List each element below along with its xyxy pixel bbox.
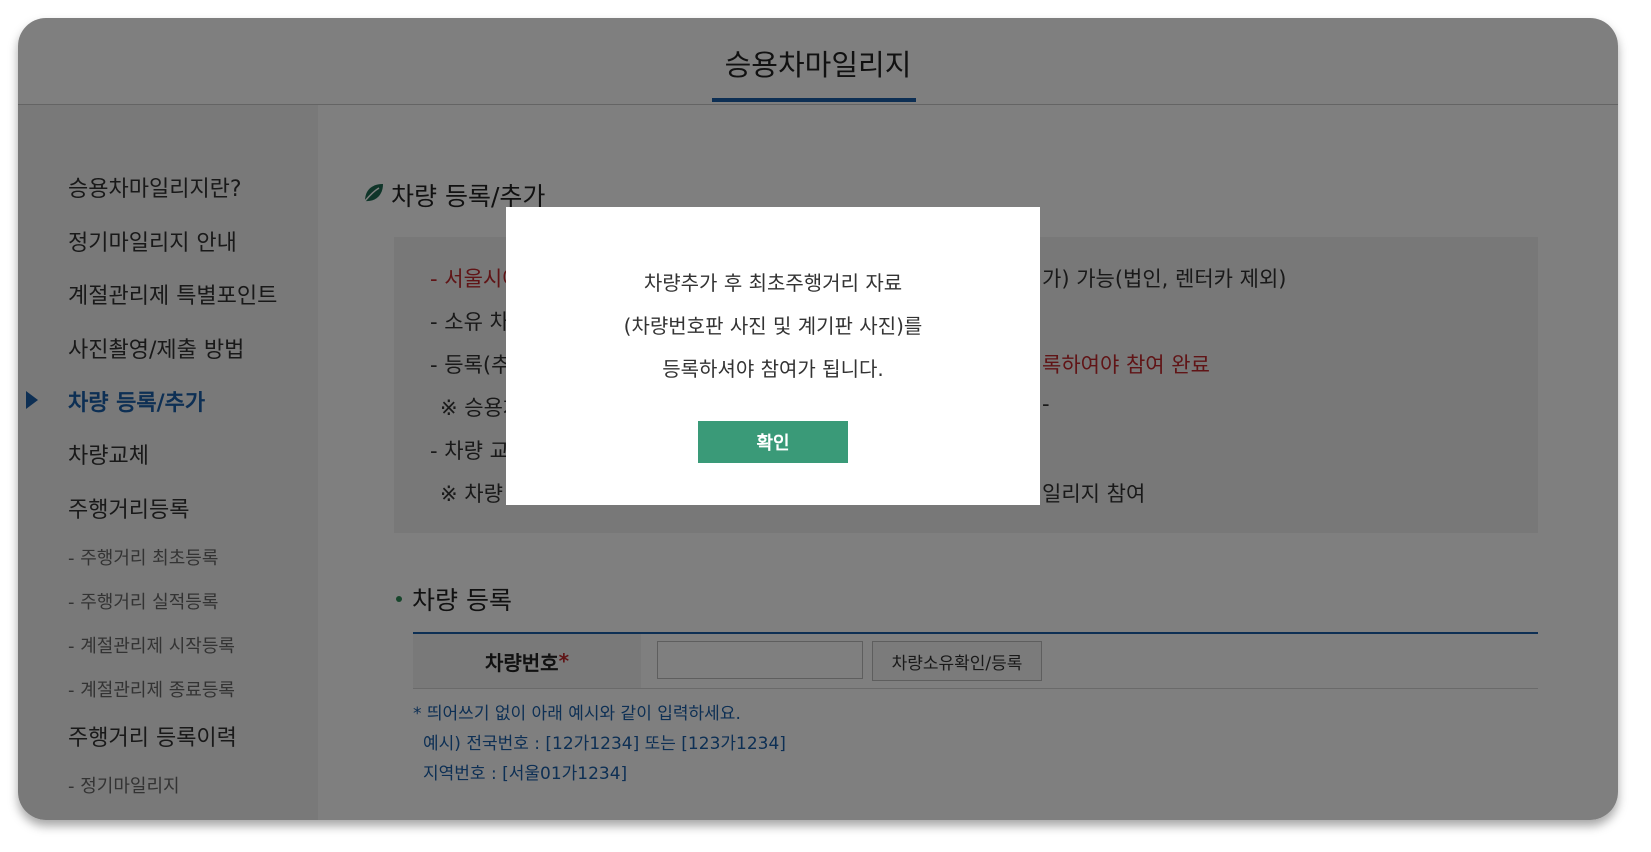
modal-message-line-3: 등록하셔야 참여가 됩니다.	[662, 357, 884, 381]
confirm-button[interactable]: 확인	[698, 421, 848, 463]
alert-modal: 차량추가 후 최초주행거리 자료 (차량번호판 사진 및 계기판 사진)를 등록…	[506, 207, 1040, 505]
modal-message-line-1: 차량추가 후 최초주행거리 자료	[643, 271, 903, 295]
browser-window: 승용차마일리지 승용차마일리지란? 정기마일리지 안내 계절관리제 특별포인트 …	[18, 18, 1618, 820]
modal-message-line-2: (차량번호판 사진 및 계기판 사진)를	[623, 314, 923, 338]
